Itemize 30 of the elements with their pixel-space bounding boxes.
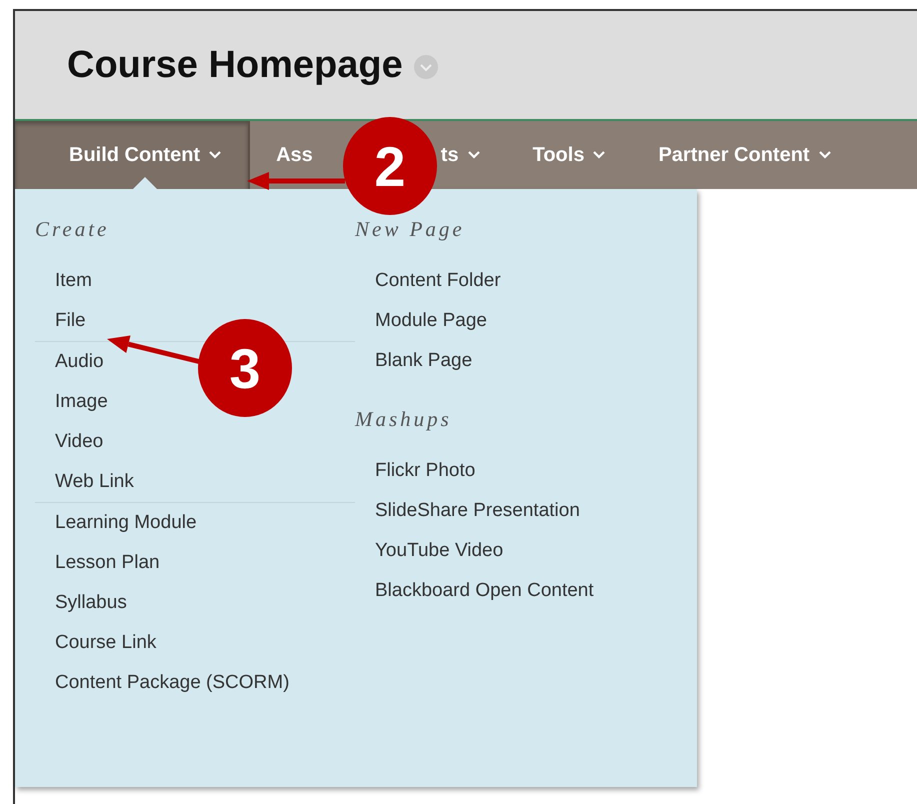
menu-item[interactable]: Blank Page: [355, 341, 472, 381]
menu-item[interactable]: Web Link: [35, 462, 134, 502]
menu-item[interactable]: Image: [35, 382, 108, 422]
page-title: Course Homepage: [67, 44, 403, 86]
menu-item[interactable]: Blackboard Open Content: [355, 571, 594, 611]
menu-tab[interactable]: Build Content: [15, 121, 250, 189]
menu-heading: New Page: [355, 217, 466, 243]
menu-tab[interactable]: Partner Content: [632, 121, 858, 189]
menu-heading: Create: [35, 217, 110, 243]
menu-tab[interactable]: Tools: [506, 121, 632, 189]
menu-item[interactable]: Content Folder: [355, 261, 501, 301]
menu-item[interactable]: SlideShare Presentation: [355, 491, 580, 531]
chevron-circle-icon[interactable]: [412, 54, 439, 80]
menu-item[interactable]: Video: [35, 422, 104, 462]
chevron-down-icon: [466, 150, 481, 160]
chevron-down-icon: [592, 150, 606, 160]
menu-item[interactable]: Module Page: [355, 301, 487, 341]
menu-item[interactable]: Content Package (SCORM): [35, 663, 290, 703]
menu-item[interactable]: Flickr Photo: [355, 451, 476, 491]
menu-item[interactable]: File: [35, 301, 86, 341]
menu-item[interactable]: Learning Module: [35, 503, 197, 543]
menu-item[interactable]: Audio: [35, 342, 104, 382]
menu-item[interactable]: Course Link: [35, 623, 156, 663]
chevron-down-icon: [208, 150, 222, 160]
menu-heading: Mashups: [355, 407, 453, 433]
menu-item[interactable]: YouTube Video: [355, 531, 504, 571]
menu-item[interactable]: Syllabus: [35, 583, 127, 623]
menu-item[interactable]: Item: [35, 261, 92, 301]
chevron-down-icon: [818, 150, 832, 160]
menu-item[interactable]: Lesson Plan: [35, 543, 160, 583]
